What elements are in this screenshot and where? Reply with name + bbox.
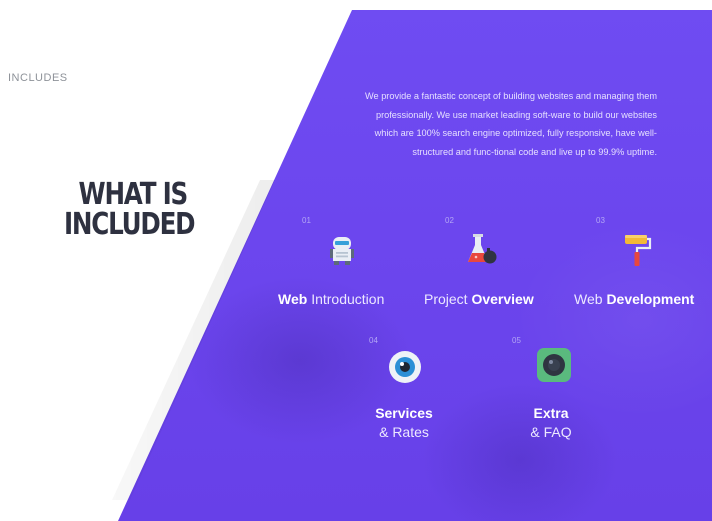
feature-title-light: & Rates — [379, 424, 429, 440]
feature-title: Project Overview — [424, 291, 534, 307]
feature-title: Web Development — [574, 291, 694, 307]
feature-title-light: Web — [574, 291, 603, 307]
feature-title: Services & Rates — [358, 404, 450, 442]
feature-number: 01 — [302, 216, 311, 225]
robot-icon — [330, 237, 354, 265]
feature-title-light: & FAQ — [530, 424, 572, 440]
heading-line-1: WHAT IS — [78, 177, 189, 212]
feature-number: 05 — [512, 336, 521, 345]
feature-title-bold: Extra — [533, 405, 569, 421]
feature-number: 04 — [369, 336, 378, 345]
paint-roller-icon — [625, 235, 652, 266]
heading-line-2: INCLUDED — [64, 207, 196, 242]
feature-title-bold: Overview — [471, 291, 534, 307]
section-label: INCLUDES — [8, 72, 68, 84]
flask-icon — [468, 234, 497, 264]
includes-section: INCLUDES WHAT IS INCLUDED We provide a f… — [0, 0, 712, 521]
feature-number: 02 — [445, 216, 454, 225]
feature-number: 03 — [596, 216, 605, 225]
feature-title-bold: Web — [278, 291, 308, 307]
camera-lens-icon — [537, 348, 571, 382]
feature-title-light: Project — [424, 291, 468, 307]
feature-title-bold: Development — [606, 291, 695, 307]
eye-icon — [389, 351, 421, 383]
feature-title-bold: Services — [375, 405, 433, 421]
section-heading: WHAT IS INCLUDED — [64, 177, 196, 242]
feature-title: Extra & FAQ — [505, 404, 597, 442]
feature-title: Web Introduction — [278, 291, 384, 307]
intro-paragraph: We provide a fantastic concept of buildi… — [365, 91, 657, 157]
feature-title-light: Introduction — [311, 291, 385, 307]
panel-background-texture — [118, 10, 712, 521]
